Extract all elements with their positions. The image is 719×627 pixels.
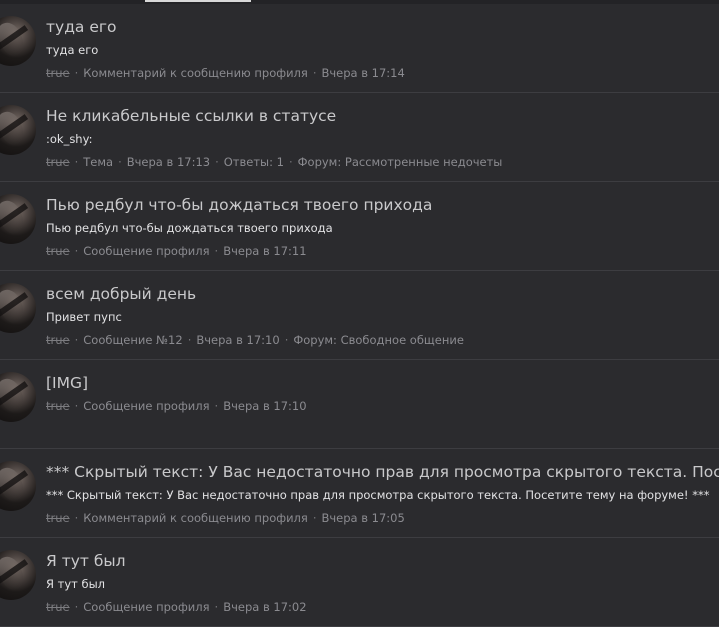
forum-link[interactable]: Форум: Свободное общение	[293, 333, 464, 347]
avatar[interactable]	[0, 550, 36, 600]
feed-item[interactable]: *** Скрытый текст: У Вас недостаточно пр…	[0, 449, 719, 538]
content-type-link[interactable]: Сообщение профиля	[83, 600, 209, 614]
meta-separator: ·	[74, 333, 79, 347]
meta-separator: ·	[312, 66, 317, 80]
username-link[interactable]: true	[46, 244, 70, 258]
feed-item-title[interactable]: туда его	[46, 18, 117, 36]
feed-item-meta: true · Комментарий к сообщению профиля · Вче…	[46, 66, 405, 80]
feed-item-snippet: :ok_shy:	[46, 132, 93, 146]
username-link[interactable]: true	[46, 511, 70, 525]
feed-item-snippet: Привет пупс	[46, 310, 122, 324]
feed-item-title[interactable]: всем добрый день	[46, 285, 196, 303]
meta-separator: ·	[74, 511, 79, 525]
meta-separator: ·	[214, 399, 219, 413]
meta-separator: ·	[214, 244, 219, 258]
active-tab-indicator	[145, 0, 251, 2]
feed-item[interactable]: Пью редбул что-бы дождаться твоего прихо…	[0, 182, 719, 271]
meta-separator: ·	[74, 399, 79, 413]
meta-separator: ·	[74, 244, 79, 258]
timestamp: Вчера в 17:10	[223, 399, 307, 413]
feed-item-meta: true · Сообщение профиля · Вчера в 17:11	[46, 244, 307, 258]
meta-separator: ·	[74, 600, 79, 614]
feed-item[interactable]: Я тут был Я тут был true · Сообщение профи…	[0, 538, 719, 627]
feed-item-title[interactable]: Я тут был	[46, 552, 126, 570]
meta-separator: ·	[284, 333, 289, 347]
meta-separator: ·	[214, 600, 219, 614]
content-type-link[interactable]: Комментарий к сообщению профиля	[83, 511, 308, 525]
timestamp: Вчера в 17:11	[223, 244, 307, 258]
feed-item-snippet: *** Скрытый текст: У Вас недостаточно пр…	[46, 488, 710, 502]
feed-item-meta: true · Сообщение профиля · Вчера в 17:10	[46, 399, 307, 413]
feed-item-title[interactable]: [IMG]	[46, 374, 88, 392]
timestamp: Вчера в 17:14	[321, 66, 405, 80]
feed-item-title[interactable]: *** Скрытый текст: У Вас недостаточно пр…	[46, 463, 719, 481]
content-type-link[interactable]: Тема	[83, 155, 113, 169]
meta-separator: ·	[312, 511, 317, 525]
meta-separator: ·	[74, 155, 79, 169]
avatar[interactable]	[0, 105, 36, 155]
feed-item[interactable]: Не кликабельные ссылки в статусе :ok_shy…	[0, 93, 719, 182]
activity-feed: туда его туда его true · Комментарий к соо…	[0, 4, 719, 627]
feed-item-title[interactable]: Пью редбул что-бы дождаться твоего прихо…	[46, 196, 432, 214]
timestamp: Вчера в 17:13	[126, 155, 211, 169]
timestamp: Вчера в 17:02	[223, 600, 307, 614]
meta-separator: ·	[215, 155, 219, 169]
meta-separator: ·	[118, 155, 122, 169]
avatar[interactable]	[0, 283, 36, 333]
avatar[interactable]	[0, 194, 36, 244]
username-link[interactable]: true	[46, 155, 70, 169]
avatar[interactable]	[0, 16, 36, 66]
username-link[interactable]: true	[46, 66, 70, 80]
content-type-link[interactable]: Комментарий к сообщению профиля	[83, 66, 308, 80]
feed-item-meta: true · Тема · Вчера в 17:13 · Ответы: 1 · Форум:…	[46, 155, 502, 169]
replies-count: Ответы: 1	[223, 155, 284, 169]
username-link[interactable]: true	[46, 399, 70, 413]
avatar[interactable]	[0, 372, 36, 422]
content-type-link[interactable]: Сообщение профиля	[83, 244, 209, 258]
meta-separator: ·	[187, 333, 192, 347]
feed-item-title[interactable]: Не кликабельные ссылки в статусе	[46, 107, 336, 125]
username-link[interactable]: true	[46, 333, 70, 347]
feed-item-meta: true · Сообщение №12 · Вчера в 17:10 · Форум: …	[46, 333, 464, 347]
meta-separator: ·	[288, 155, 293, 169]
feed-item[interactable]: [IMG] true · Сообщение профиля · Вчера в 17:…	[0, 360, 719, 449]
forum-link[interactable]: Форум: Рассмотренные недочеты	[298, 155, 503, 169]
feed-item-meta: true · Комментарий к сообщению профиля · Вче…	[46, 511, 405, 525]
avatar[interactable]	[0, 461, 36, 511]
content-type-link[interactable]: Сообщение профиля	[83, 399, 209, 413]
timestamp: Вчера в 17:05	[321, 511, 405, 525]
feed-item-snippet: туда его	[46, 43, 99, 57]
content-type-link[interactable]: Сообщение №12	[83, 333, 182, 347]
feed-item[interactable]: туда его туда его true · Комментарий к соо…	[0, 4, 719, 93]
feed-item-meta: true · Сообщение профиля · Вчера в 17:02	[46, 600, 307, 614]
feed-item-snippet: Пью редбул что-бы дождаться твоего прихо…	[46, 221, 333, 235]
meta-separator: ·	[74, 66, 79, 80]
timestamp: Вчера в 17:10	[196, 333, 280, 347]
feed-item[interactable]: всем добрый день Привет пупс true · Сообще…	[0, 271, 719, 360]
username-link[interactable]: true	[46, 600, 70, 614]
